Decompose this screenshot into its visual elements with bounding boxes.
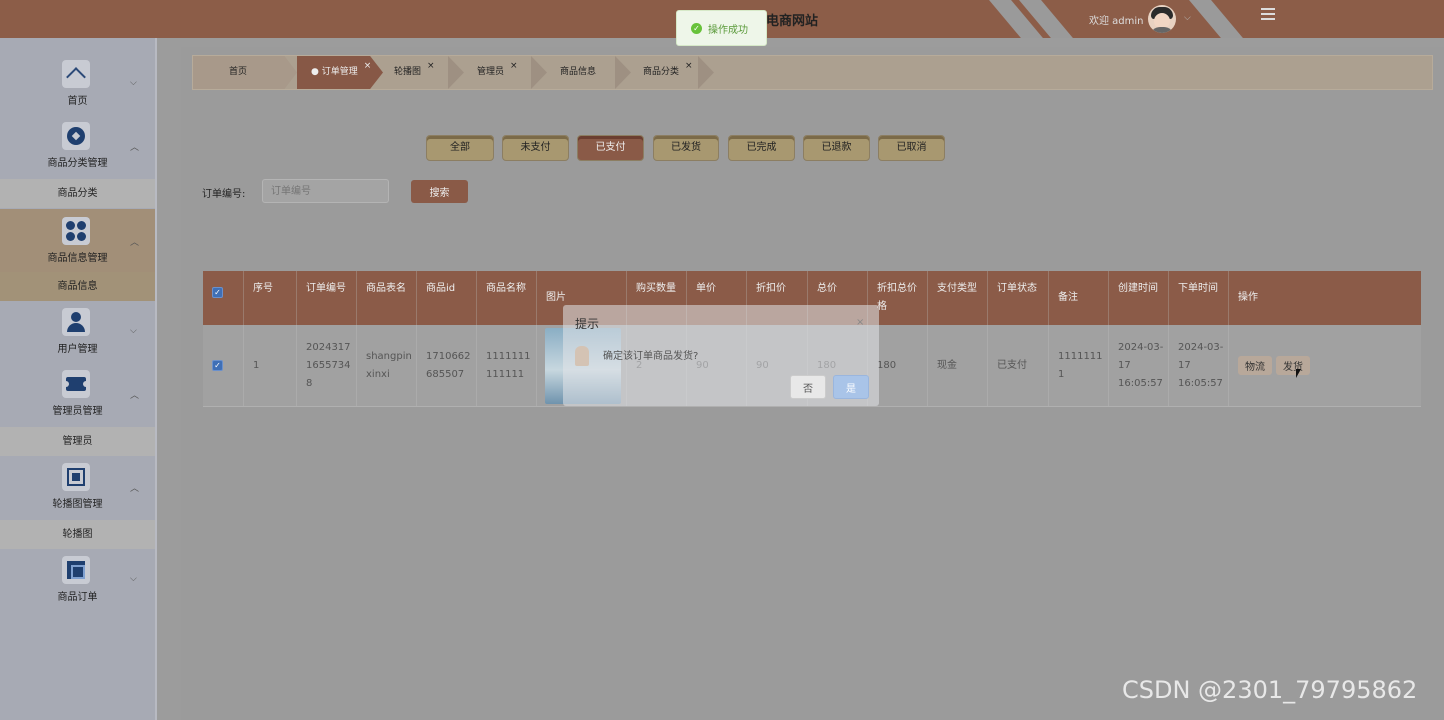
chevron-up-icon: ︿ (130, 238, 140, 248)
breadcrumb-separator (448, 56, 464, 89)
col-header: 序号 (244, 271, 297, 325)
close-icon[interactable]: × (510, 61, 518, 71)
cell-goods-id: 1710662685507 (417, 325, 477, 406)
breadcrumb-carousel[interactable]: 轮播图× (394, 56, 435, 89)
search-button[interactable]: 搜索 (411, 180, 468, 203)
toast-text: 操作成功 (708, 24, 748, 36)
col-header: 操作 (1238, 292, 1258, 303)
col-header: 订单状态 (988, 271, 1049, 325)
row-select-cell: ✓ (203, 325, 244, 406)
row-checkbox[interactable]: ✓ (212, 360, 223, 371)
col-header: 商品名称 (477, 271, 537, 325)
breadcrumb-category[interactable]: 商品分类× (643, 56, 693, 89)
cell-table-name: shangpinxinxi (357, 325, 417, 406)
tab-completed[interactable]: 已完成 (728, 135, 795, 161)
menu-toggle-icon[interactable] (1261, 8, 1275, 23)
tab-shipped[interactable]: 已发货 (653, 135, 719, 161)
breadcrumb: 首页 ● 订单管理× 轮播图× 管理员× 商品信息 商品分类× (192, 55, 1433, 90)
success-toast: ✓ 操作成功 (676, 10, 767, 46)
breadcrumb-admins[interactable]: 管理员× (477, 56, 518, 89)
cell-order-no: 20243171655734 8 (297, 325, 357, 406)
grid-icon (62, 217, 90, 245)
sidebar-item-goods[interactable]: 商品信息管理 ︿ (0, 209, 155, 272)
cell-goods-name: 1111111111111 (477, 325, 537, 406)
breadcrumb-separator (615, 56, 631, 89)
col-header: 支付类型 (928, 271, 988, 325)
sidebar-item-label: 商品订单 (57, 592, 98, 603)
chevron-up-icon: ︿ (130, 143, 140, 153)
tab-unpaid[interactable]: 未支付 (502, 135, 569, 161)
chevron-down-icon: ⌵ (130, 78, 137, 88)
tab-paid[interactable]: 已支付 (577, 135, 644, 161)
cell-remark: 11111111 (1049, 325, 1109, 406)
cell-created: 2024-03-17 16:05:57 (1109, 325, 1169, 406)
select-all-cell: ✓ (203, 271, 244, 325)
check-circle-icon: ✓ (691, 22, 702, 34)
cell-status: 已支付 (988, 325, 1049, 406)
tab-cancelled[interactable]: 已取消 (878, 135, 945, 161)
sidebar-item-category[interactable]: 商品分类管理 ︿ (0, 100, 155, 169)
sidebar-item-label: 商品信息管理 (47, 253, 108, 264)
logistics-button[interactable]: 物流 (1238, 356, 1272, 375)
tab-refunded[interactable]: 已退款 (803, 135, 870, 161)
breadcrumb-separator (698, 56, 714, 89)
order-no-label: 订单编号: (202, 189, 246, 200)
ship-button[interactable]: 发货 (1276, 356, 1310, 375)
col-header: 商品id (417, 271, 477, 325)
order-no-input[interactable] (262, 179, 389, 203)
site-title: 电商网站 (766, 14, 819, 29)
confirm-button[interactable]: 是 (833, 375, 869, 399)
close-icon[interactable]: × (364, 61, 372, 71)
close-icon[interactable]: × (685, 61, 693, 71)
home-icon (62, 60, 90, 88)
ticket-icon (62, 370, 90, 398)
sidebar-item-carousel[interactable]: 轮播图管理 ︿ (0, 441, 155, 510)
user-icon (62, 308, 90, 336)
col-header: 备注 (1049, 271, 1109, 325)
close-icon[interactable]: × (427, 61, 435, 71)
sidebar-item-home[interactable]: 首页 ⌵ (0, 38, 155, 107)
close-icon[interactable]: × (856, 317, 864, 328)
chip-icon (62, 463, 90, 491)
cancel-button[interactable]: 否 (790, 375, 826, 399)
cell-index: 1 (244, 325, 297, 406)
mouse-cursor-icon (1296, 369, 1301, 378)
tab-all[interactable]: 全部 (426, 135, 494, 161)
breadcrumb-goods[interactable]: 商品信息 (560, 56, 596, 89)
chevron-up-icon: ︿ (130, 391, 140, 401)
sidebar-item-admins[interactable]: 管理员管理 ︿ (0, 348, 155, 417)
col-header: 创建时间 (1109, 271, 1169, 325)
chevron-down-icon[interactable]: ⌵ (1184, 13, 1191, 23)
select-all-checkbox[interactable]: ✓ (212, 287, 223, 298)
breadcrumb-separator (531, 56, 547, 89)
sidebar-item-label: 轮播图管理 (52, 499, 103, 510)
user-avatar[interactable] (1148, 5, 1176, 33)
confirm-dialog: 提示 × 确定该订单商品发货? 否 是 (563, 305, 879, 406)
col-header: 商品表名 (357, 271, 417, 325)
sidebar-item-label: 商品分类管理 (47, 158, 108, 169)
category-icon (62, 122, 90, 150)
sidebar-item-users[interactable]: 用户管理 ⌵ (0, 286, 155, 355)
col-header: 下单时间 (1169, 271, 1229, 325)
sidebar-item-orders[interactable]: 商品订单 ⌵ (0, 534, 155, 603)
frame-icon (62, 556, 90, 584)
dialog-title: 提示 (575, 317, 600, 331)
breadcrumb-home[interactable]: 首页 (193, 56, 297, 89)
col-header: 订单编号 (297, 271, 357, 325)
sidebar-item-label: 管理员管理 (52, 406, 103, 417)
header-stripe (1180, 0, 1262, 38)
sidebar-sub-category[interactable]: 商品分类 (0, 179, 155, 208)
chevron-down-icon: ⌵ (130, 574, 137, 584)
cell-pay-type: 现金 (928, 325, 988, 406)
cell-actions: 物流 发货 (1229, 325, 1421, 406)
breadcrumb-orders[interactable]: ● 订单管理× (297, 56, 383, 89)
chevron-up-icon: ︿ (130, 484, 140, 494)
cell-ordered: 2024-03-17 16:05:57 (1169, 325, 1229, 406)
chevron-down-icon: ⌵ (130, 326, 137, 336)
watermark: CSDN @2301_79795862 (1122, 676, 1418, 704)
welcome-text: 欢迎 admin (1089, 16, 1144, 27)
dialog-message: 确定该订单商品发货? (603, 351, 699, 362)
